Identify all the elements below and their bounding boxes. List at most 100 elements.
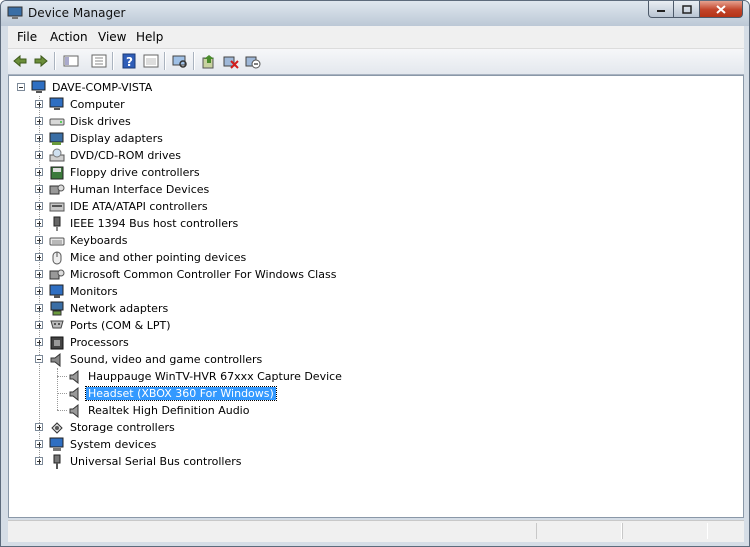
ieee1394-icon xyxy=(53,216,61,231)
tree-category[interactable]: Microsoft Common Controller For Windows … xyxy=(9,266,709,283)
close-button[interactable] xyxy=(700,1,743,18)
tree-category[interactable]: Display adapters xyxy=(9,130,709,147)
device-tree[interactable]: DAVE-COMP-VISTA Computer Disk drives Displa… xyxy=(8,75,744,518)
tree-device-label: Hauppauge WinTV-HVR 67xxx Capture Device xyxy=(88,370,342,383)
properties-icon xyxy=(143,54,159,68)
tree-category-label: Human Interface Devices xyxy=(70,183,210,196)
storage-controller-icon xyxy=(51,422,63,434)
network-adapter-icon xyxy=(50,301,64,316)
collapse-toggle[interactable] xyxy=(35,355,43,363)
forward-icon xyxy=(34,54,48,68)
tree-category[interactable]: Mice and other pointing devices xyxy=(9,249,709,266)
display-adapter-icon xyxy=(49,132,64,145)
uninstall-device-icon xyxy=(223,56,239,69)
expand-toggle[interactable] xyxy=(35,338,43,346)
tree-category[interactable]: Storage controllers xyxy=(9,419,709,436)
update-driver-button[interactable] xyxy=(200,52,218,70)
expand-toggle[interactable] xyxy=(35,270,43,278)
expand-toggle[interactable] xyxy=(35,168,43,176)
tree-category[interactable]: IDE ATA/ATAPI controllers xyxy=(9,198,709,215)
device-manager-icon xyxy=(7,6,23,19)
maximize-button[interactable] xyxy=(674,1,700,18)
status-bar xyxy=(8,520,744,542)
monitor-icon xyxy=(49,284,64,298)
tree-category-label: System devices xyxy=(70,438,157,451)
tree-device[interactable]: Realtek High Definition Audio xyxy=(9,402,709,419)
expand-toggle[interactable] xyxy=(35,219,43,227)
menu-help[interactable]: Help xyxy=(136,30,163,44)
tree-category[interactable]: Processors xyxy=(9,334,709,351)
tree-category-label: Network adapters xyxy=(70,302,169,315)
expand-toggle[interactable] xyxy=(35,287,43,295)
back-button[interactable] xyxy=(11,52,29,70)
tree-category[interactable]: Floppy drive controllers xyxy=(9,164,709,181)
tree-category[interactable]: Human Interface Devices xyxy=(9,181,709,198)
expand-toggle[interactable] xyxy=(35,202,43,210)
tree-category[interactable]: DVD/CD-ROM drives xyxy=(9,147,709,164)
speaker-icon xyxy=(69,386,79,401)
tree-category-label: IEEE 1394 Bus host controllers xyxy=(70,217,239,230)
tree-category-label: Monitors xyxy=(70,285,118,298)
menu-view[interactable]: View xyxy=(98,30,126,44)
maximize-icon xyxy=(681,4,692,14)
tree-category-label: Processors xyxy=(70,336,129,349)
tree-device[interactable]: Hauppauge WinTV-HVR 67xxx Capture Device xyxy=(9,368,709,385)
expand-toggle[interactable] xyxy=(35,440,43,448)
tree-root[interactable]: DAVE-COMP-VISTA xyxy=(9,79,709,96)
expand-toggle[interactable] xyxy=(35,457,43,465)
status-cell xyxy=(622,523,708,539)
tree-category[interactable]: Universal Serial Bus controllers xyxy=(9,453,709,470)
expand-toggle[interactable] xyxy=(35,117,43,125)
tree-category[interactable]: Monitors xyxy=(9,283,709,300)
tree-category-label: DVD/CD-ROM drives xyxy=(70,149,181,162)
menu-file[interactable]: File xyxy=(17,30,37,44)
hid-icon xyxy=(49,184,65,195)
expand-toggle[interactable] xyxy=(35,100,43,108)
tree-category[interactable]: Ports (COM & LPT) xyxy=(9,317,709,334)
tree-device-label: Realtek High Definition Audio xyxy=(88,404,250,417)
sound-icon xyxy=(50,352,61,367)
expand-toggle[interactable] xyxy=(35,134,43,142)
tree-category[interactable]: Computer xyxy=(9,96,709,113)
port-icon xyxy=(50,320,64,329)
expand-toggle[interactable] xyxy=(35,151,43,159)
menu-action[interactable]: Action xyxy=(50,30,88,44)
expand-toggle[interactable] xyxy=(35,253,43,261)
properties-button[interactable] xyxy=(142,52,160,70)
expand-toggle[interactable] xyxy=(35,423,43,431)
title-bar[interactable]: Device Manager xyxy=(1,1,749,26)
disable-device-button[interactable] xyxy=(244,52,262,70)
keyboard-icon xyxy=(49,237,65,246)
tree-device[interactable]: Headset (XBOX 360 For Windows) xyxy=(9,385,709,402)
uninstall-device-button[interactable] xyxy=(222,52,240,70)
show-hide-tree-button[interactable] xyxy=(90,52,108,70)
collapse-toggle[interactable] xyxy=(17,83,25,91)
help-button[interactable]: ? xyxy=(120,52,138,70)
scan-hardware-button[interactable] xyxy=(171,52,189,70)
system-devices-icon xyxy=(49,437,64,451)
tree-category-label: Storage controllers xyxy=(70,421,175,434)
expand-toggle[interactable] xyxy=(35,304,43,312)
tree-category-label: Floppy drive controllers xyxy=(70,166,200,179)
tree-category[interactable]: Sound, video and game controllers xyxy=(9,351,709,368)
tree-category-label: Universal Serial Bus controllers xyxy=(70,455,242,468)
usb-icon xyxy=(53,454,61,469)
up-level-button[interactable] xyxy=(62,52,80,70)
tree-category[interactable]: IEEE 1394 Bus host controllers xyxy=(9,215,709,232)
expand-toggle[interactable] xyxy=(35,185,43,193)
tree-root-label: DAVE-COMP-VISTA xyxy=(52,81,153,94)
tree-category[interactable]: Disk drives xyxy=(9,113,709,130)
tree-category[interactable]: Keyboards xyxy=(9,232,709,249)
tree-category-label: Mice and other pointing devices xyxy=(70,251,247,264)
toolbar: ? xyxy=(8,49,744,75)
back-icon xyxy=(13,54,27,68)
tree-category-label: Ports (COM & LPT) xyxy=(70,319,171,332)
computer-icon xyxy=(31,80,46,93)
disk-drive-icon xyxy=(49,118,65,126)
tree-category[interactable]: Network adapters xyxy=(9,300,709,317)
expand-toggle[interactable] xyxy=(35,236,43,244)
expand-toggle[interactable] xyxy=(35,321,43,329)
minimize-button[interactable] xyxy=(648,1,674,18)
tree-category[interactable]: System devices xyxy=(9,436,709,453)
forward-button[interactable] xyxy=(32,52,50,70)
